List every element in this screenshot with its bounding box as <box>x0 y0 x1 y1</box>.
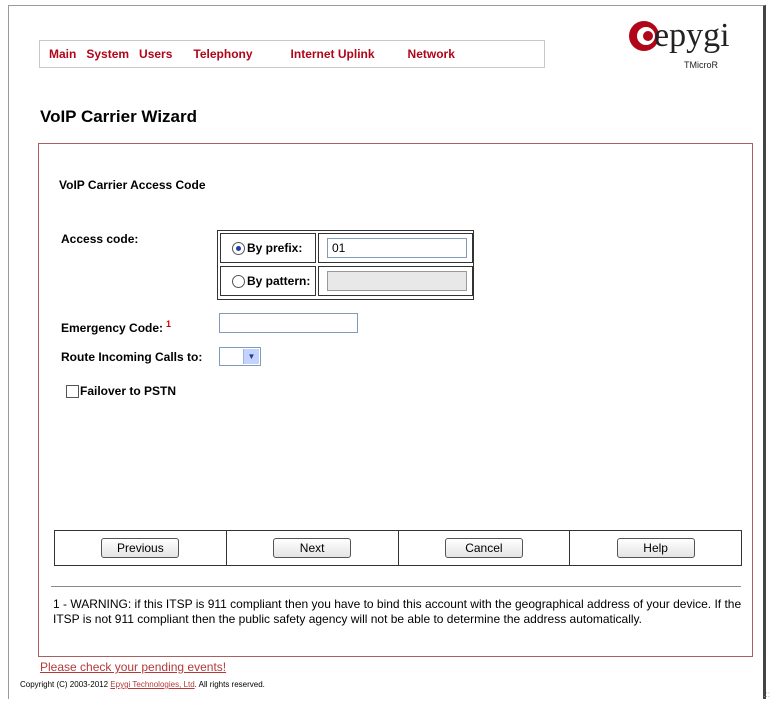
by-prefix-label: By prefix: <box>247 241 303 255</box>
wizard-panel <box>38 143 753 657</box>
epygi-link[interactable]: Epygi Technologies, Ltd <box>110 680 194 689</box>
route-incoming-select[interactable]: ▼ <box>219 347 261 366</box>
section-title: VoIP Carrier Access Code <box>59 178 206 192</box>
logo-model: TMicroR <box>684 60 718 70</box>
button-bar: Previous Next Cancel Help <box>54 530 742 566</box>
chevron-down-icon[interactable]: ▼ <box>243 349 259 364</box>
divider <box>51 586 741 587</box>
access-code-label: Access code: <box>61 232 139 246</box>
by-pattern-row: By pattern: <box>220 266 473 296</box>
nav-telephony[interactable]: Telephony <box>193 47 252 61</box>
by-prefix-row: By prefix: 01 <box>220 233 473 263</box>
pending-events-link[interactable]: Please check your pending events! <box>40 660 226 674</box>
page-title: VoIP Carrier Wizard <box>40 107 197 126</box>
failover-label: Failover to PSTN <box>80 384 177 398</box>
by-prefix-input[interactable]: 01 <box>327 238 467 258</box>
route-incoming-label: Route Incoming Calls to: <box>61 350 203 364</box>
copyright: Copyright (C) 2003-2012 Epygi Technologi… <box>20 680 265 689</box>
footnote-mark: 1 <box>166 319 172 329</box>
access-code-table: By prefix: 01 By pattern: <box>217 230 474 300</box>
nav-system[interactable]: System <box>86 47 129 61</box>
next-button[interactable]: Next <box>273 538 352 558</box>
by-pattern-radio[interactable] <box>232 274 245 288</box>
top-nav: Main System Users Telephony Internet Upl… <box>39 40 545 68</box>
nav-network[interactable]: Network <box>408 47 455 61</box>
epygi-logo: epygi TMicroR <box>628 17 768 80</box>
logo-wordmark: epygi <box>654 17 730 54</box>
resize-grip-icon[interactable]: .:: <box>763 690 770 699</box>
by-prefix-radio[interactable] <box>232 241 245 255</box>
warning-footnote: 1 - WARNING: if this ITSP is 911 complia… <box>53 597 742 626</box>
by-pattern-label: By pattern: <box>247 274 311 288</box>
previous-button[interactable]: Previous <box>101 538 180 558</box>
emergency-code-input[interactable] <box>219 313 358 333</box>
nav-main[interactable]: Main <box>49 47 76 61</box>
help-button[interactable]: Help <box>616 538 695 558</box>
emergency-code-label: Emergency Code: 1 <box>61 319 172 335</box>
cancel-button[interactable]: Cancel <box>444 538 523 558</box>
nav-internet-uplink[interactable]: Internet Uplink <box>291 47 375 61</box>
nav-users[interactable]: Users <box>139 47 172 61</box>
failover-checkbox[interactable] <box>66 385 79 398</box>
by-pattern-input[interactable] <box>327 271 467 291</box>
